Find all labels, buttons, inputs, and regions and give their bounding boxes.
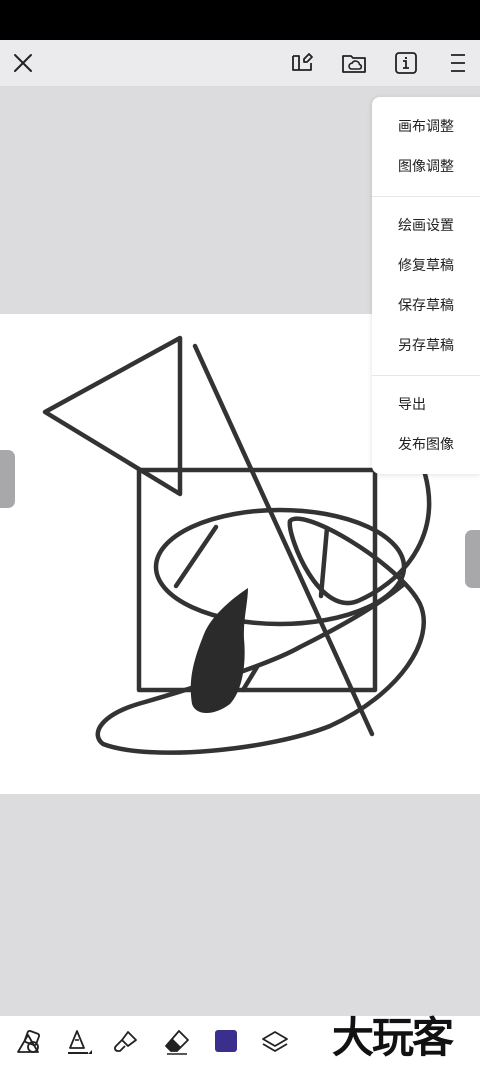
shapes-icon (17, 1029, 41, 1053)
menu-item-repair-draft[interactable]: 修复草稿 (372, 246, 480, 286)
eraser-icon (165, 1030, 189, 1055)
menu-item-label: 图像调整 (398, 159, 454, 175)
overflow-menu: 画布调整 图像调整 绘画设置 修复草稿 保存草稿 另存草稿 导出 发布图像 (372, 97, 480, 474)
layers-button[interactable] (259, 1026, 291, 1058)
menu-item-paint-settings[interactable]: 绘画设置 (372, 206, 480, 246)
menu-item-label: 保存草稿 (398, 298, 454, 314)
menu-item-label: 导出 (398, 397, 426, 413)
menu-item-save-draft[interactable]: 保存草稿 (372, 286, 480, 326)
shapes-tool-button[interactable] (14, 1026, 46, 1058)
status-bar (0, 0, 480, 40)
menu-item-canvas-adjust[interactable]: 画布调整 (372, 107, 480, 147)
top-toolbar (0, 40, 480, 86)
sticker-icon (292, 53, 313, 71)
menu-item-label: 另存草稿 (398, 338, 454, 354)
pen-tool-button[interactable] (62, 1026, 94, 1058)
menu-item-label: 画布调整 (398, 119, 454, 135)
menu-item-publish-image[interactable]: 发布图像 (372, 425, 480, 465)
menu-icon (451, 54, 465, 72)
close-button[interactable] (7, 47, 39, 79)
info-button[interactable] (390, 47, 422, 79)
info-icon (395, 52, 417, 74)
cloud-folder-icon (342, 55, 366, 73)
menu-item-label: 发布图像 (398, 437, 454, 453)
menu-item-label: 绘画设置 (398, 218, 454, 234)
menu-item-label: 修复草稿 (398, 258, 454, 274)
menu-divider (372, 375, 480, 376)
brush-tool-button[interactable] (110, 1026, 142, 1058)
watermark-logo: 大玩客 (332, 1013, 454, 1062)
eraser-tool-button[interactable] (161, 1026, 193, 1058)
right-side-handle[interactable] (465, 530, 480, 588)
menu-item-export[interactable]: 导出 (372, 385, 480, 425)
sticker-button[interactable] (286, 47, 318, 79)
pen-icon (68, 1030, 92, 1054)
left-side-handle[interactable] (0, 450, 15, 508)
layers-icon (262, 1031, 288, 1052)
menu-item-save-draft-as[interactable]: 另存草稿 (372, 326, 480, 366)
menu-item-image-adjust[interactable]: 图像调整 (372, 147, 480, 187)
close-icon (14, 54, 32, 72)
color-picker-button[interactable] (215, 1030, 237, 1052)
menu-divider (372, 196, 480, 197)
menu-button[interactable] (442, 47, 474, 79)
brush-icon (114, 1031, 137, 1052)
cloud-folder-button[interactable] (338, 47, 370, 79)
